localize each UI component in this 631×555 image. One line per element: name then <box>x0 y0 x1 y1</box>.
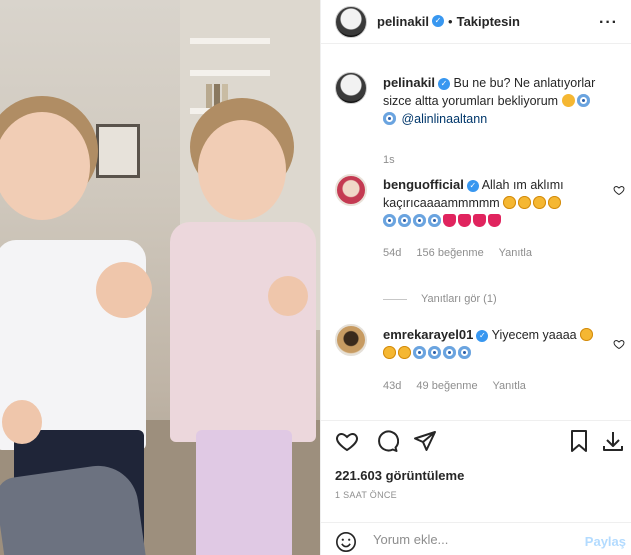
commenter-avatar[interactable] <box>335 324 367 356</box>
download-icon[interactable] <box>601 429 625 453</box>
post-header: pelinakil ✓ • Takiptesin ··· <box>321 0 631 44</box>
comment-likes[interactable]: 49 beğenme <box>416 380 477 392</box>
separator-dot: • <box>448 13 453 29</box>
more-options-icon[interactable]: ··· <box>599 14 618 32</box>
follow-status[interactable]: Takiptesin <box>457 14 520 29</box>
caption-mention-link[interactable]: @alinlinaaltann <box>401 112 487 126</box>
comment-row: emrekarayel01 ✓ Yiyecem yaaaa 43d 49 beğe… <box>335 324 625 404</box>
comment-input-bar: Paylaş <box>321 522 631 555</box>
author-username[interactable]: pelinakil <box>377 14 429 29</box>
heart-eyes-emoji-icon <box>503 196 517 209</box>
comment-text: Yiyecem yaaaa <box>491 328 577 342</box>
comment-bubble-icon[interactable] <box>375 429 399 453</box>
red-heart-emoji-icon <box>458 214 471 227</box>
author-avatar[interactable] <box>335 5 367 38</box>
evil-eye-emoji-icon <box>398 214 411 227</box>
reply-link[interactable]: Yanıtla <box>492 380 525 392</box>
laughing-crying-emoji-icon <box>561 94 575 107</box>
post-comment-button[interactable]: Paylaş <box>585 534 626 549</box>
wall-picture-frame <box>96 124 140 178</box>
heart-eyes-emoji-icon <box>398 346 411 359</box>
caption-row: pelinakil ✓ Bu ne bu? Ne anlatıyorlar siz… <box>335 72 625 166</box>
view-count[interactable]: 221.603 görüntüleme <box>335 468 464 483</box>
comment-input[interactable] <box>373 532 573 547</box>
caption-username[interactable]: pelinakil <box>383 75 435 90</box>
like-comment-heart-icon[interactable] <box>613 184 625 196</box>
caption-time: 1s <box>383 154 395 166</box>
evil-eye-emoji-icon <box>458 346 471 359</box>
evil-eye-emoji-icon <box>443 346 456 359</box>
red-heart-emoji-icon <box>488 214 501 227</box>
verified-badge-icon: ✓ <box>466 179 479 192</box>
heart-eyes-emoji-icon <box>548 196 562 209</box>
save-bookmark-icon[interactable] <box>567 429 591 453</box>
view-replies-link[interactable]: Yanıtları gör (1) <box>383 293 497 305</box>
heart-eyes-emoji-icon <box>383 346 396 359</box>
verified-badge-icon: ✓ <box>438 77 451 90</box>
comment-time: 54d <box>383 247 402 259</box>
evil-eye-emoji-icon <box>413 214 426 227</box>
evil-eye-emoji-icon <box>428 214 441 227</box>
evil-eye-emoji-icon <box>383 112 396 125</box>
heart-eyes-emoji-icon <box>533 196 547 209</box>
post-video[interactable] <box>0 0 320 555</box>
red-heart-emoji-icon <box>473 214 486 227</box>
comment-time: 43d <box>383 380 402 392</box>
heart-eyes-emoji-icon <box>518 196 532 209</box>
heart-eyes-emoji-icon <box>580 328 594 341</box>
post-panel: pelinakil ✓ • Takiptesin ··· pelinakil ✓ Bu … <box>320 0 631 555</box>
like-comment-heart-icon[interactable] <box>613 338 625 350</box>
evil-eye-emoji-icon <box>413 346 426 359</box>
commenter-avatar[interactable] <box>335 174 367 206</box>
evil-eye-emoji-icon <box>428 346 441 359</box>
share-send-icon[interactable] <box>413 429 437 453</box>
reply-link[interactable]: Yanıtla <box>499 247 532 259</box>
posted-time: 1 SAAT ÖNCE <box>335 490 397 500</box>
action-bar <box>321 420 631 460</box>
commenter-username[interactable]: benguofficial <box>383 177 464 192</box>
comment-likes[interactable]: 156 beğenme <box>416 247 483 259</box>
caption-avatar[interactable] <box>335 72 367 104</box>
comment-row: benguofficial ✓ Allah ım aklımı kaçırıcaa… <box>335 174 625 284</box>
red-heart-emoji-icon <box>443 214 456 227</box>
view-replies-label: Yanıtları gör (1) <box>421 293 497 305</box>
emoji-smiley-icon[interactable] <box>335 531 357 553</box>
commenter-username[interactable]: emrekarayel01 <box>383 327 473 342</box>
evil-eye-emoji-icon <box>576 94 590 107</box>
like-heart-icon[interactable] <box>335 429 359 453</box>
verified-badge-icon: ✓ <box>476 329 489 342</box>
verified-badge-icon: ✓ <box>432 15 445 28</box>
evil-eye-emoji-icon <box>383 214 396 227</box>
